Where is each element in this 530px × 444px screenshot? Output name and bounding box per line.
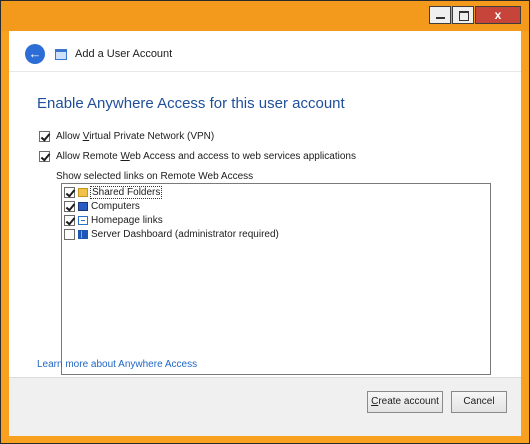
footer-bar xyxy=(9,377,521,436)
learn-more-link[interactable]: Learn more about Anywhere Access xyxy=(37,359,197,370)
page-heading: Enable Anywhere Access for this user acc… xyxy=(37,95,345,112)
list-item-shared-folders[interactable]: Shared Folders xyxy=(64,185,163,199)
list-item-label: Server Dashboard (administrator required… xyxy=(91,228,279,240)
shared-folders-checkbox[interactable] xyxy=(64,186,75,198)
back-arrow-icon: ← xyxy=(28,46,42,61)
back-button[interactable]: ← xyxy=(25,44,45,64)
homepage-links-checkbox[interactable] xyxy=(64,214,75,226)
list-item-homepage-links[interactable]: Homepage links xyxy=(64,214,163,226)
rwa-checkbox[interactable] xyxy=(39,151,50,162)
vpn-option[interactable]: Allow Virtual Private Network (VPN) xyxy=(39,131,214,142)
vpn-label: Allow Virtual Private Network (VPN) xyxy=(56,131,215,142)
vpn-checkbox[interactable] xyxy=(39,131,50,142)
wizard-content: ← Add a User Account Enable Anywhere Acc… xyxy=(9,31,521,436)
maximize-button[interactable] xyxy=(452,6,474,24)
wizard-title: Add a User Account xyxy=(75,48,173,60)
server-dashboard-checkbox[interactable] xyxy=(64,228,75,240)
links-label: Show selected links on Remote Web Access xyxy=(56,171,254,182)
rwa-option[interactable]: Allow Remote Web Access and access to we… xyxy=(39,151,356,162)
homepage-links-icon xyxy=(78,215,88,225)
list-item-server-dashboard[interactable]: Server Dashboard (administrator required… xyxy=(64,228,279,240)
maximize-icon xyxy=(459,11,469,21)
wizard-header: ← Add a User Account xyxy=(9,31,521,72)
computers-checkbox[interactable] xyxy=(64,200,75,212)
list-item-computers[interactable]: Computers xyxy=(64,200,140,212)
cancel-button[interactable]: Cancel xyxy=(451,391,507,413)
close-icon: x xyxy=(494,8,502,22)
links-listbox[interactable]: Shared Folders Computers Homepage links … xyxy=(61,183,491,375)
wizard-icon xyxy=(55,49,67,60)
folder-icon xyxy=(78,187,88,197)
close-button[interactable]: x xyxy=(475,6,521,24)
title-bar[interactable]: x xyxy=(1,1,529,31)
computer-icon xyxy=(78,201,88,211)
minimize-icon xyxy=(436,17,445,19)
rwa-label: Allow Remote Web Access and access to we… xyxy=(56,151,356,162)
list-item-label: Shared Folders xyxy=(89,185,163,199)
minimize-button[interactable] xyxy=(429,6,451,24)
list-item-label: Homepage links xyxy=(91,214,163,226)
window-frame: x ← Add a User Account Enable Anywhere A… xyxy=(0,0,530,444)
list-item-label: Computers xyxy=(91,200,140,212)
dashboard-icon xyxy=(78,229,88,239)
create-account-button[interactable]: Create account xyxy=(367,391,443,413)
